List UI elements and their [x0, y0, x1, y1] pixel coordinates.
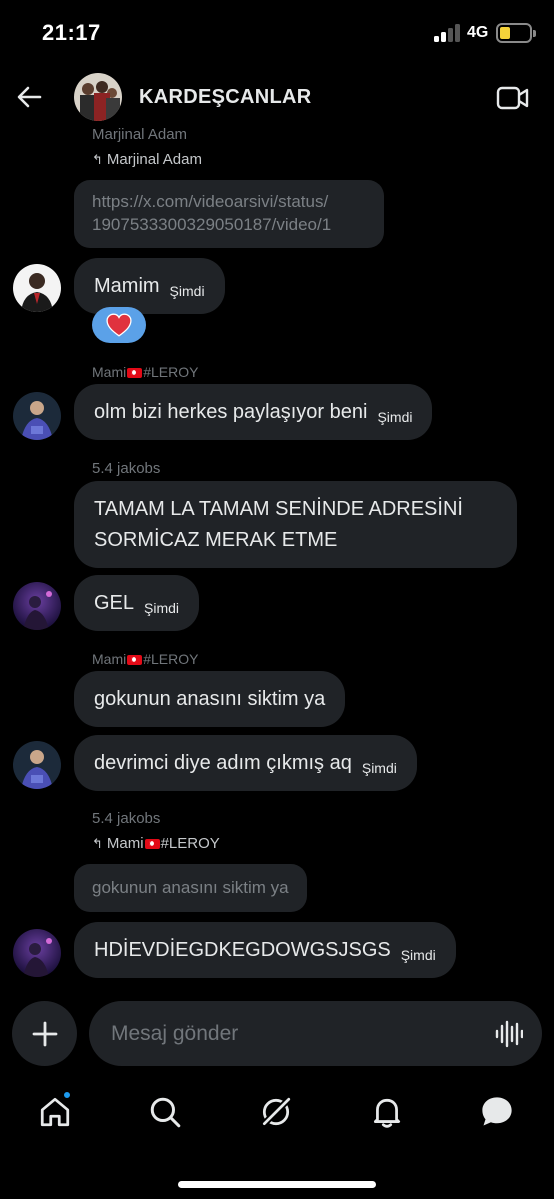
message-bubble[interactable]: devrimci diye adım çıkmış aq Şimdi — [74, 735, 417, 791]
message-author: 5.4 jakobs — [92, 460, 161, 477]
bottom-navigation — [0, 1080, 554, 1150]
battery-icon — [496, 23, 536, 43]
plus-icon — [32, 1021, 57, 1046]
home-notification-dot — [62, 1090, 72, 1100]
status-time: 21:17 — [42, 20, 101, 45]
nav-notifications[interactable] — [367, 1092, 407, 1132]
turkey-flag-icon — [127, 368, 143, 378]
back-arrow-icon[interactable] — [14, 82, 44, 112]
voice-message-icon[interactable] — [495, 1020, 523, 1048]
group-avatar[interactable] — [74, 73, 122, 121]
reply-arrow-icon: ↰ — [92, 152, 103, 167]
message-bubble[interactable]: HDİEVDİEGDKEGDOWGSJSGS Şimdi — [74, 922, 456, 978]
user-avatar[interactable] — [13, 741, 61, 789]
bell-icon — [373, 1098, 401, 1128]
user-avatar[interactable] — [13, 582, 61, 630]
nav-search[interactable] — [145, 1092, 185, 1132]
message-author: Marjinal Adam — [92, 126, 188, 143]
message-time: Şimdi — [144, 600, 180, 616]
message-author: Mami #LEROY — [92, 651, 199, 667]
reply-arrow-icon: ↰ — [92, 836, 103, 851]
message-time: Şimdi — [400, 947, 436, 963]
message-bubble[interactable]: Mamim Şimdi — [74, 258, 225, 314]
grok-icon — [262, 1096, 292, 1126]
message-composer — [89, 1001, 542, 1066]
message-text: devrimci diye adım çıkmış aq — [94, 751, 352, 774]
message-author: 5.4 jakobs — [92, 810, 161, 827]
message-bubble[interactable]: GEL Şimdi — [74, 575, 200, 631]
home-indicator — [178, 1181, 376, 1188]
link-message[interactable]: https://x.com/videoarsivi/status/ 190753… — [74, 180, 384, 248]
message-time: Şimdi — [169, 283, 205, 299]
quoted-message[interactable]: gokunun anasını siktim ya — [74, 864, 307, 912]
message-text: GEL — [94, 591, 135, 614]
message-text: olm bizi herkes paylaşıyor beni — [94, 400, 368, 423]
message-input[interactable] — [111, 1001, 481, 1066]
reply-target: Marjinal Adam — [106, 151, 202, 168]
nav-messages[interactable] — [477, 1092, 517, 1132]
status-bar: 21:17 4G — [0, 0, 554, 66]
search-icon — [150, 1097, 181, 1128]
chat-screen: 21:17 4G KARDEŞCANLAR Marjinal Adam ↰ Ma… — [0, 0, 554, 1199]
messages-icon — [482, 1097, 512, 1126]
message-bubble[interactable]: TAMAM LA TAMAM SENİNDE ADRESİNİ SORMİCAZ… — [74, 481, 517, 568]
message-author: Mami #LEROY — [92, 364, 199, 380]
network-label: 4G — [467, 24, 489, 41]
message-time: Şimdi — [377, 409, 413, 425]
message-text: TAMAM LA TAMAM SENİNDE ADRESİNİ SORMİCAZ… — [94, 497, 463, 551]
message-bubble[interactable]: olm bizi herkes paylaşıyor beni Şimdi — [74, 384, 433, 440]
user-avatar[interactable] — [13, 264, 61, 312]
heart-icon — [106, 313, 132, 337]
message-time: Şimdi — [361, 760, 397, 776]
home-icon — [40, 1097, 70, 1127]
message-bubble[interactable]: gokunun anasını siktim ya — [74, 671, 346, 727]
signal-icon — [434, 24, 462, 42]
message-text: Mamim — [94, 274, 160, 297]
reply-indicator: ↰ Marjinal Adam — [92, 151, 202, 168]
turkey-flag-icon — [144, 839, 160, 849]
reply-indicator: ↰ Mami #LEROY — [92, 835, 220, 852]
conversation-header: KARDEŞCANLAR — [0, 66, 554, 132]
add-media-button[interactable] — [12, 1001, 77, 1066]
message-text: gokunun anasını siktim ya — [94, 687, 326, 710]
user-avatar[interactable] — [13, 929, 61, 977]
nav-grok[interactable] — [256, 1092, 296, 1132]
message-text: HDİEVDİEGDKEGDOWGSJSGS — [94, 938, 391, 961]
user-avatar[interactable] — [13, 392, 61, 440]
group-title[interactable]: KARDEŞCANLAR — [139, 86, 312, 109]
video-call-icon[interactable] — [496, 85, 530, 111]
heart-reaction[interactable] — [92, 307, 146, 343]
turkey-flag-icon — [127, 655, 143, 665]
